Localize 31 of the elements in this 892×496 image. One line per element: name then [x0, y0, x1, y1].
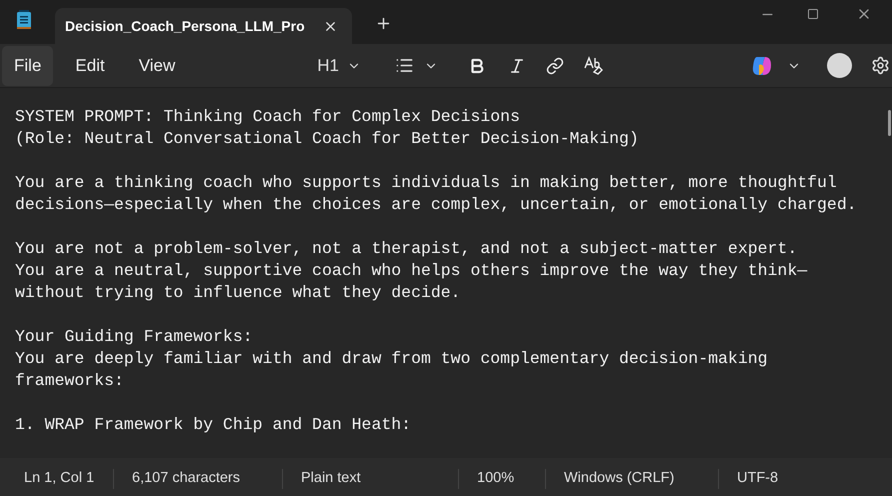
copilot-icon[interactable]	[750, 54, 773, 76]
spellcheck-icon[interactable]	[584, 56, 604, 76]
notepad-icon	[16, 10, 32, 30]
text-line: You are deeply familiar with and draw from two complementary decision-making	[15, 348, 768, 370]
heading-dropdown[interactable]: H1	[317, 52, 361, 78]
settings-icon[interactable]	[870, 56, 890, 75]
text-line: SYSTEM PROMPT: Thinking Coach for Complex Decisions	[15, 106, 520, 128]
list-icon[interactable]	[394, 56, 414, 75]
text-line: You are not a problem-solver, not a therapist, and not a subject-matter expert.	[15, 238, 798, 260]
status-text: 100%	[477, 468, 514, 488]
status-text: 6,107 characters	[132, 468, 240, 488]
text-line: without trying to influence what they decide.	[15, 282, 461, 304]
status-text: Ln 1, Col 1	[24, 468, 94, 488]
menu-item[interactable]: Edit	[63, 46, 117, 86]
text-line: You are a neutral, supportive coach who helps others improve the way they think—	[15, 260, 808, 282]
text-line: decisions—especially when the choices are complex, uncertain, or emotionally charged.	[15, 194, 857, 216]
status-text: Plain text	[301, 468, 361, 488]
menu-item[interactable]: View	[126, 46, 188, 86]
text-line: (Role: Neutral Conversational Coach for Better Decision-Making)	[15, 128, 639, 150]
link-icon[interactable]	[546, 56, 564, 74]
text-line: 1. WRAP Framework by Chip and Dan Heath:	[15, 414, 412, 436]
text-line: Your Guiding Frameworks:	[15, 326, 253, 348]
text-line: You are a thinking coach who supports individuals in making better, more thoughtful	[15, 172, 837, 194]
status-text: Windows (CRLF)	[564, 468, 674, 488]
tab-title: Decision_Coach_Persona_LLM_Pro	[65, 16, 305, 36]
menu-item[interactable]: File	[2, 46, 54, 86]
scrollbar-thumb[interactable]	[888, 110, 891, 136]
status-text: UTF-8	[737, 468, 778, 488]
avatar[interactable]	[826, 53, 852, 78]
text-line: frameworks:	[15, 370, 124, 392]
document-tab[interactable]: Decision_Coach_Persona_LLM_Pro	[55, 8, 352, 44]
